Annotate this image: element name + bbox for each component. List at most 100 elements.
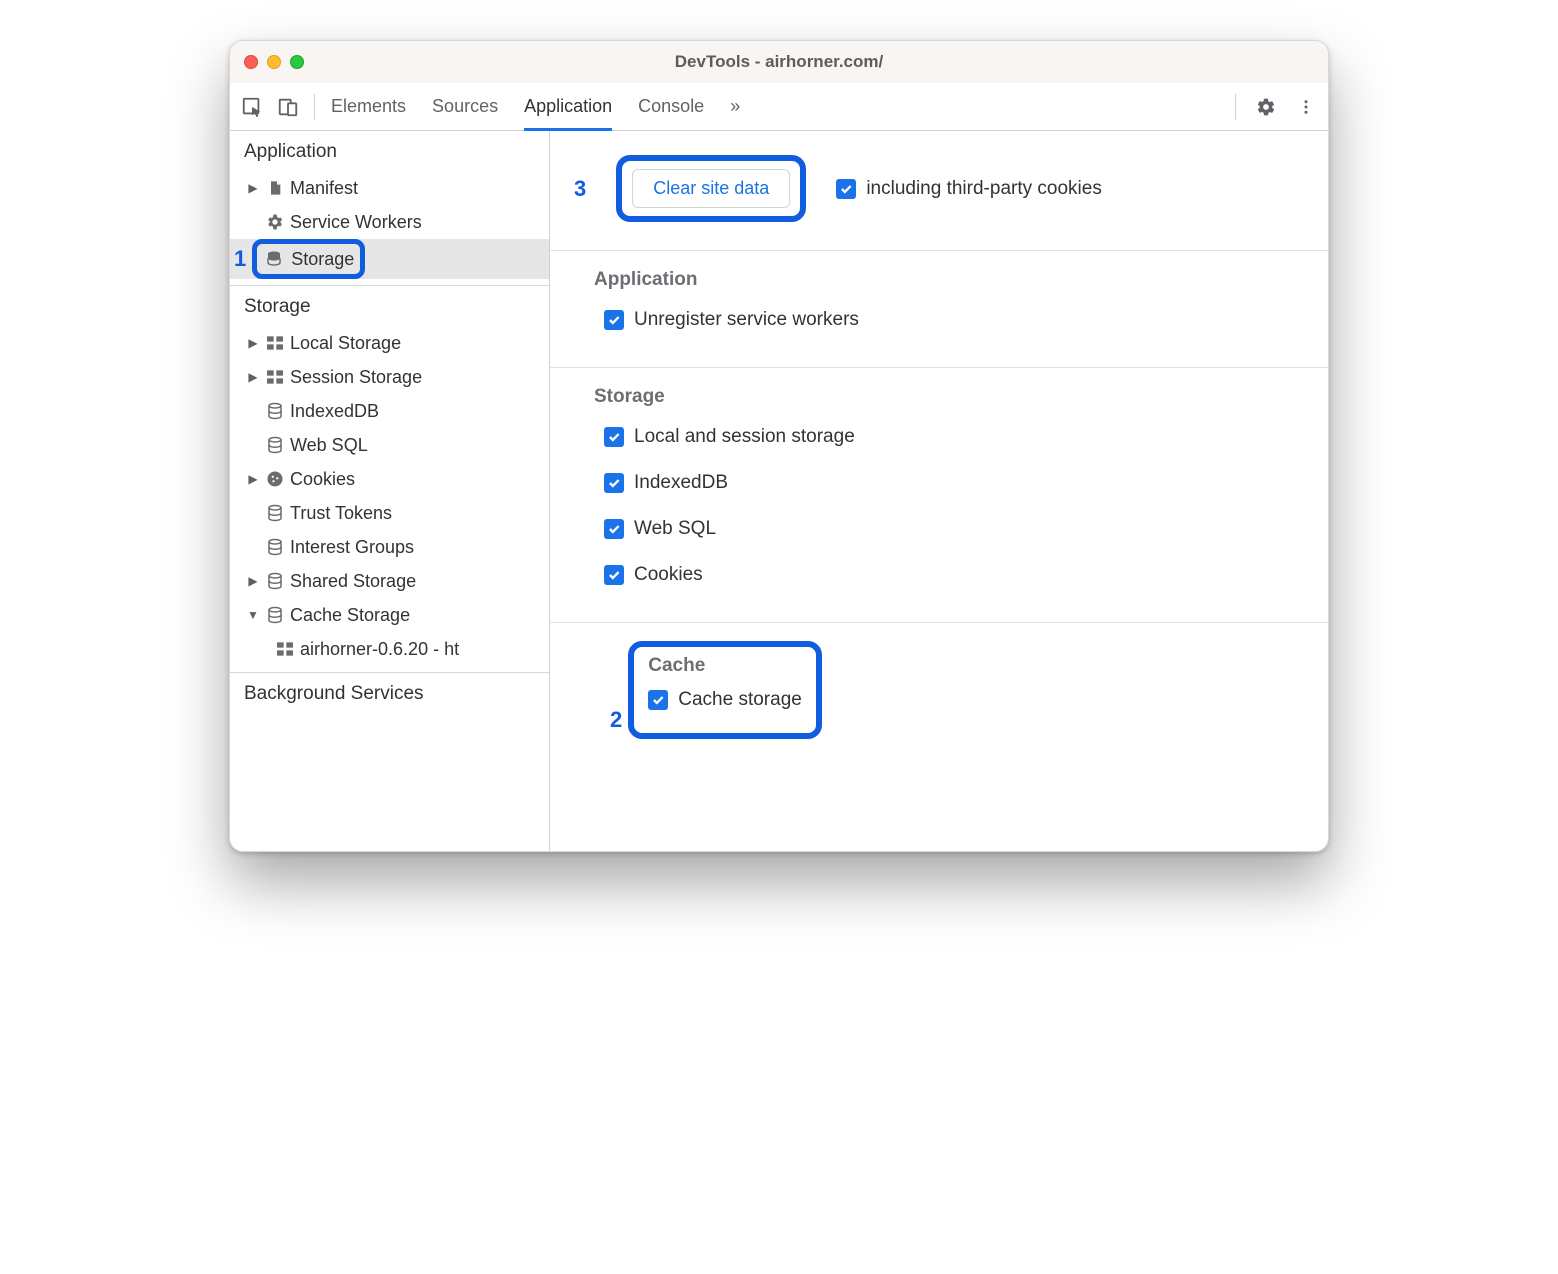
- sidebar-item-label: Storage: [291, 249, 354, 270]
- sidebar-item-local-storage[interactable]: ▶ Local Storage: [230, 326, 549, 360]
- application-sidebar: Application ▶ Manifest ▶ Service Workers: [230, 131, 550, 851]
- annotation-box: Clear site data: [616, 155, 806, 222]
- device-toolbar-icon[interactable]: [270, 89, 306, 125]
- database-icon: [264, 538, 286, 556]
- collapse-arrow-icon: ▼: [246, 608, 260, 622]
- checkbox-label: Cache storage: [678, 689, 802, 711]
- gear-icon: [264, 213, 286, 231]
- sidebar-group-storage: Storage ▶ Local Storage ▶ Session Storag…: [230, 286, 549, 673]
- expand-arrow-icon: ▶: [246, 472, 260, 486]
- tab-console[interactable]: Console: [638, 83, 704, 130]
- devtools-window: DevTools - airhorner.com/ Elements Sourc…: [229, 40, 1329, 852]
- section-storage: Storage Local and session storage Indexe…: [550, 368, 1328, 623]
- annotation-number: 3: [574, 176, 586, 202]
- inspect-element-icon[interactable]: [234, 89, 270, 125]
- section-heading: Cache: [648, 655, 802, 677]
- option-cookies[interactable]: Cookies: [594, 558, 1308, 592]
- sidebar-item-storage[interactable]: 1 Storage: [230, 239, 549, 279]
- sidebar-group-title: Background Services: [230, 673, 549, 713]
- checkbox-checked-icon[interactable]: [604, 310, 624, 330]
- annotation-box: Storage: [252, 239, 365, 279]
- sidebar-group-title: Application: [230, 131, 549, 171]
- section-application: Application Unregister service workers: [550, 251, 1328, 368]
- checkbox-checked-icon[interactable]: [604, 565, 624, 585]
- option-local-session-storage[interactable]: Local and session storage: [594, 420, 1308, 454]
- annotation-box: Cache Cache storage: [628, 641, 822, 739]
- panel-content: Application ▶ Manifest ▶ Service Workers: [230, 131, 1328, 851]
- option-cache-storage[interactable]: Cache storage: [648, 689, 802, 711]
- grid-icon: [264, 336, 286, 350]
- section-heading: Application: [594, 269, 1308, 291]
- storage-panel: 3 Clear site data including third-party …: [550, 131, 1328, 851]
- option-indexeddb[interactable]: IndexedDB: [594, 466, 1308, 500]
- sidebar-item-label: Local Storage: [290, 333, 401, 354]
- grid-icon: [264, 370, 286, 384]
- sidebar-item-interest-groups[interactable]: ▶ Interest Groups: [230, 530, 549, 564]
- panel-tabs: Elements Sources Application Console »: [331, 83, 740, 130]
- tab-elements[interactable]: Elements: [331, 83, 406, 130]
- database-icon: [264, 436, 286, 454]
- tab-sources[interactable]: Sources: [432, 83, 498, 130]
- checkbox-checked-icon[interactable]: [604, 519, 624, 539]
- sidebar-item-label: Interest Groups: [290, 537, 414, 558]
- toolbar-divider: [314, 94, 315, 120]
- cookie-icon: [264, 470, 286, 488]
- sidebar-item-cache-entry[interactable]: airhorner-0.6.20 - ht: [230, 632, 549, 666]
- checkbox-label: Unregister service workers: [634, 309, 859, 331]
- sidebar-item-label: Shared Storage: [290, 571, 416, 592]
- sidebar-item-manifest[interactable]: ▶ Manifest: [230, 171, 549, 205]
- sidebar-item-label: airhorner-0.6.20 - ht: [300, 639, 459, 660]
- checkbox-label: Cookies: [634, 564, 703, 586]
- option-websql[interactable]: Web SQL: [594, 512, 1308, 546]
- file-icon: [264, 179, 286, 197]
- sidebar-item-label: Service Workers: [290, 212, 422, 233]
- expand-arrow-icon: ▶: [246, 336, 260, 350]
- checkbox-label: including third-party cookies: [866, 178, 1102, 200]
- checkbox-label: IndexedDB: [634, 472, 728, 494]
- clear-site-data-button[interactable]: Clear site data: [632, 169, 790, 208]
- section-heading: Storage: [594, 386, 1308, 408]
- database-icon: [264, 572, 286, 590]
- checkbox-checked-icon[interactable]: [836, 179, 856, 199]
- expand-arrow-icon: ▶: [246, 370, 260, 384]
- checkbox-checked-icon[interactable]: [604, 473, 624, 493]
- sidebar-group-background-services: Background Services: [230, 673, 549, 719]
- window-title: DevTools - airhorner.com/: [230, 52, 1328, 72]
- checkbox-label: Web SQL: [634, 518, 716, 540]
- sidebar-item-label: Cache Storage: [290, 605, 410, 626]
- third-party-cookies-option[interactable]: including third-party cookies: [836, 172, 1102, 206]
- sidebar-item-label: Web SQL: [290, 435, 368, 456]
- sidebar-group-application: Application ▶ Manifest ▶ Service Workers: [230, 131, 549, 286]
- sidebar-item-cookies[interactable]: ▶ Cookies: [230, 462, 549, 496]
- sidebar-group-title: Storage: [230, 286, 549, 326]
- sidebar-item-service-workers[interactable]: ▶ Service Workers: [230, 205, 549, 239]
- expand-arrow-icon: ▶: [246, 181, 260, 195]
- database-icon: [263, 250, 285, 268]
- sidebar-item-websql[interactable]: ▶ Web SQL: [230, 428, 549, 462]
- database-icon: [264, 606, 286, 624]
- devtools-toolbar: Elements Sources Application Console »: [230, 83, 1328, 131]
- grid-icon: [274, 642, 296, 656]
- kebab-menu-icon[interactable]: [1288, 89, 1324, 125]
- sidebar-item-label: Manifest: [290, 178, 358, 199]
- annotation-number: 1: [234, 246, 246, 272]
- sidebar-item-label: IndexedDB: [290, 401, 379, 422]
- more-tabs-icon[interactable]: »: [730, 83, 740, 130]
- checkbox-checked-icon[interactable]: [604, 427, 624, 447]
- sidebar-item-session-storage[interactable]: ▶ Session Storage: [230, 360, 549, 394]
- section-cache: 2 Cache Cache storage: [550, 623, 1328, 757]
- tab-application[interactable]: Application: [524, 83, 612, 130]
- option-unregister-sw[interactable]: Unregister service workers: [594, 303, 1308, 337]
- checkbox-checked-icon[interactable]: [648, 690, 668, 710]
- sidebar-item-shared-storage[interactable]: ▶ Shared Storage: [230, 564, 549, 598]
- window-titlebar: DevTools - airhorner.com/: [230, 41, 1328, 83]
- clear-site-data-row: 3 Clear site data including third-party …: [550, 131, 1328, 251]
- sidebar-item-indexeddb[interactable]: ▶ IndexedDB: [230, 394, 549, 428]
- checkbox-label: Local and session storage: [634, 426, 855, 448]
- sidebar-item-trust-tokens[interactable]: ▶ Trust Tokens: [230, 496, 549, 530]
- sidebar-item-cache-storage[interactable]: ▼ Cache Storage: [230, 598, 549, 632]
- settings-icon[interactable]: [1248, 89, 1284, 125]
- toolbar-divider: [1235, 94, 1236, 120]
- database-icon: [264, 504, 286, 522]
- sidebar-item-label: Cookies: [290, 469, 355, 490]
